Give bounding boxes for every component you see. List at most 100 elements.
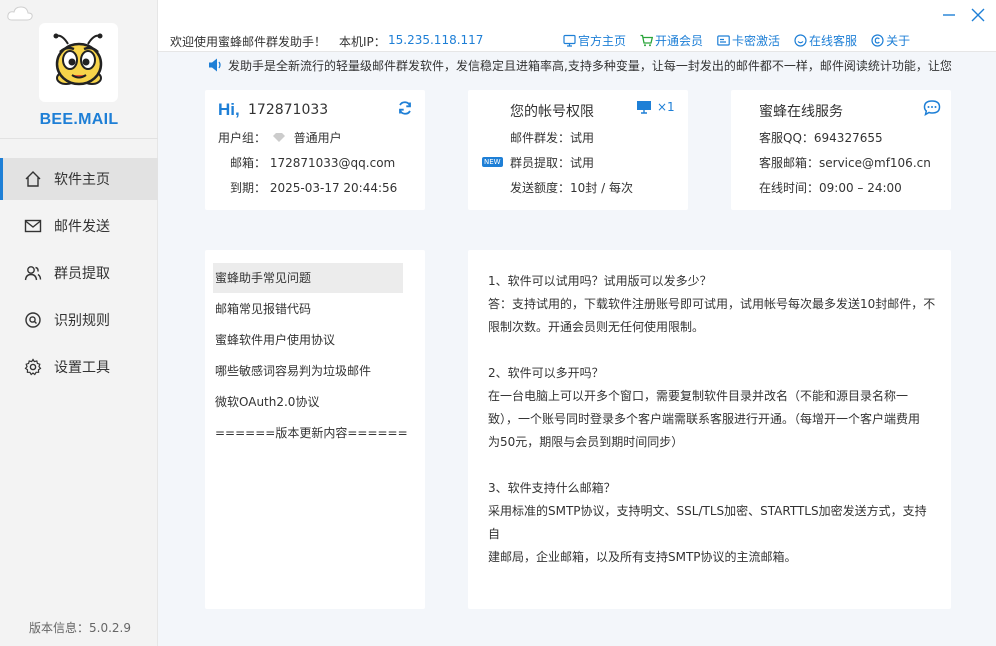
answer-line: 1、软件可以试用吗？试用版可以发多少？ xyxy=(488,274,712,288)
device-count: ×1 xyxy=(636,100,675,114)
service-label: 在线时间： xyxy=(759,181,820,195)
new-badge: NEW xyxy=(482,157,503,167)
permission-row: 群员提取：试用 xyxy=(510,154,594,171)
answer-line: 采用标准的SMTP协议，支持明文、SSL/TLS加密、STARTTLS加密发送方… xyxy=(488,504,927,541)
divider xyxy=(0,138,158,139)
link-label: 官方主页 xyxy=(578,34,627,48)
close-button[interactable] xyxy=(969,6,987,24)
faq-item[interactable]: 邮箱常见报错代码 xyxy=(213,294,403,324)
link-label: 开通会员 xyxy=(655,34,704,48)
permissions-title: 您的帐号权限 xyxy=(510,104,594,120)
monitor-icon xyxy=(637,101,651,114)
faq-item[interactable]: 哪些敏感词容易判为垃圾邮件 xyxy=(213,356,403,386)
permission-row: 发送额度：10封 / 每次 xyxy=(510,179,633,196)
cloud-icon xyxy=(7,6,33,21)
permissions-card: 您的帐号权限 ×1 邮件群发：试用 NEW 群员提取：试用 发送额度：10封 /… xyxy=(468,90,688,210)
open-membership-link[interactable]: 开通会员 xyxy=(640,32,703,49)
official-site-link[interactable]: 官方主页 xyxy=(563,32,626,49)
service-value: service@mf106.cn xyxy=(819,156,931,170)
sidebar-nav: 软件主页 邮件发送 群员提取 识别规则 设置工具 xyxy=(0,158,158,393)
permission-label: 发送额度： xyxy=(510,181,571,195)
service-row: 在线时间：09:00 – 24:00 xyxy=(759,179,902,196)
account-card: Hi, 172871033 用户组： 普通用户 邮箱： 172871033@qq… xyxy=(205,90,425,210)
refresh-icon[interactable] xyxy=(397,100,413,116)
faq-item[interactable]: 蜜蜂助手常见问题 xyxy=(213,263,403,293)
service-card: 蜜蜂在线服务 客服QQ：694327655 客服邮箱：service@mf106… xyxy=(731,90,951,210)
permission-row: 邮件群发：试用 xyxy=(510,129,594,146)
speaker-icon xyxy=(209,58,221,72)
minimize-button[interactable] xyxy=(940,6,958,24)
sidebar-item-rules[interactable]: 识别规则 xyxy=(0,299,158,341)
card-activate-link[interactable]: 卡密激活 xyxy=(717,32,780,49)
device-count-value: ×1 xyxy=(657,100,675,114)
sidebar-item-settings[interactable]: 设置工具 xyxy=(0,346,158,388)
service-value: 09:00 – 24:00 xyxy=(819,181,902,195)
service-row: 客服QQ：694327655 xyxy=(759,129,883,146)
diamond-icon xyxy=(272,133,285,142)
expire-row: 到期： 2025-03-17 20:44:56 xyxy=(230,179,397,196)
online-service-link[interactable]: 在线客服 xyxy=(794,32,857,49)
mail-icon xyxy=(24,219,42,233)
gear-icon xyxy=(24,358,42,376)
faq-answer-panel: 1、软件可以试用吗？试用版可以发多少？ 答：支持试用的，下载软件注册账号即可试用… xyxy=(468,250,951,609)
ip-label: 本机IP： xyxy=(339,35,386,49)
sidebar-item-label: 软件主页 xyxy=(54,172,110,188)
about-link[interactable]: 关于 xyxy=(871,32,910,49)
permission-label: 邮件群发： xyxy=(510,131,571,145)
permission-value: 试用 xyxy=(570,131,595,145)
faq-item[interactable]: 微软OAuth2.0协议 xyxy=(213,387,403,417)
user-group-value: 普通用户 xyxy=(293,131,342,145)
service-label: 客服QQ： xyxy=(759,131,814,145)
user-group-label: 用户组： xyxy=(218,131,267,145)
sidebar-item-home[interactable]: 软件主页 xyxy=(0,158,158,200)
user-group-row: 用户组： 普通用户 xyxy=(218,129,342,146)
answer-line: 致），一个账号同时登录多个客户端需联系客服进行开通。（每增开一个客户端费用 xyxy=(488,412,921,426)
bee-icon xyxy=(53,33,102,85)
username: 172871033 xyxy=(248,102,329,118)
home-icon xyxy=(25,171,41,187)
sidebar-item-label: 识别规则 xyxy=(54,313,110,329)
answer-line: 3、软件支持什么邮箱？ xyxy=(488,481,616,495)
bee-logo xyxy=(39,23,118,102)
brand-name: BEE.MAIL xyxy=(39,111,119,128)
marquee-text: 发助手是全新流行的轻量级邮件群发软件，发信稳定且进箱率高,支持多种变量，让每一封… xyxy=(228,58,952,73)
sidebar-item-member-extract[interactable]: 群员提取 xyxy=(0,252,158,294)
sidebar-item-label: 邮件发送 xyxy=(54,219,110,235)
top-bar: 欢迎使用蜜蜂邮件群发助手！ 本机IP： 15.235.118.117 官方主页 … xyxy=(158,0,996,52)
greeting: Hi, xyxy=(218,100,240,119)
service-label: 客服邮箱： xyxy=(759,156,820,170)
chat-icon[interactable] xyxy=(923,100,941,116)
answer-line: 答：支持试用的，下载软件注册账号即可试用，试用帐号每次最多发送10封邮件，不 xyxy=(488,297,936,311)
faq-list: 蜜蜂助手常见问题 邮箱常见报错代码 蜜蜂软件用户使用协议 哪些敏感词容易判为垃圾… xyxy=(205,250,425,609)
answer-line: 限制次数。开通会员则无任何使用限制。 xyxy=(488,320,705,334)
email-row: 邮箱： 172871033@qq.com xyxy=(230,154,395,171)
sidebar: BEE.MAIL 软件主页 邮件发送 群员提取 识别规则 设置工具 版本信息：5… xyxy=(0,0,158,646)
announcement-marquee: 发助手是全新流行的轻量级邮件群发软件，发信稳定且进箱率高,支持多种变量，让每一封… xyxy=(208,56,953,74)
copyright-icon xyxy=(871,34,884,47)
expire-label: 到期： xyxy=(230,181,267,195)
sidebar-item-mail-send[interactable]: 邮件发送 xyxy=(0,205,158,247)
headset-icon xyxy=(794,34,807,47)
card-icon xyxy=(717,35,730,46)
sidebar-item-label: 设置工具 xyxy=(54,360,110,376)
permission-label: 群员提取： xyxy=(510,156,571,170)
faq-item[interactable]: ======版本更新内容====== xyxy=(213,418,408,448)
users-icon xyxy=(24,266,42,281)
service-value: 694327655 xyxy=(813,131,883,145)
rule-icon xyxy=(25,312,41,328)
top-links: 官方主页 开通会员 卡密激活 在线客服 关于 xyxy=(563,32,924,49)
version-info: 版本信息：5.0.2.9 xyxy=(29,621,131,635)
faq-answer: 1、软件可以试用吗？试用版可以发多少？ 答：支持试用的，下载软件注册账号即可试用… xyxy=(488,270,938,569)
answer-line: 为50元，期限与会员到期时间同步） xyxy=(488,435,684,449)
expire-value: 2025-03-17 20:44:56 xyxy=(269,181,398,195)
answer-line: 在一台电脑上可以开多个窗口，需要复制软件目录并改名（不能和源目录名称一 xyxy=(488,389,909,403)
faq-item[interactable]: 蜜蜂软件用户使用协议 xyxy=(213,325,403,355)
service-row: 客服邮箱：service@mf106.cn xyxy=(759,154,931,171)
link-label: 关于 xyxy=(886,34,911,48)
permission-value: 试用 xyxy=(570,156,595,170)
permission-value: 10封 / 每次 xyxy=(570,181,633,195)
welcome-text: 欢迎使用蜜蜂邮件群发助手！ xyxy=(170,35,327,49)
answer-line: 2、软件可以多开吗？ xyxy=(488,366,604,380)
